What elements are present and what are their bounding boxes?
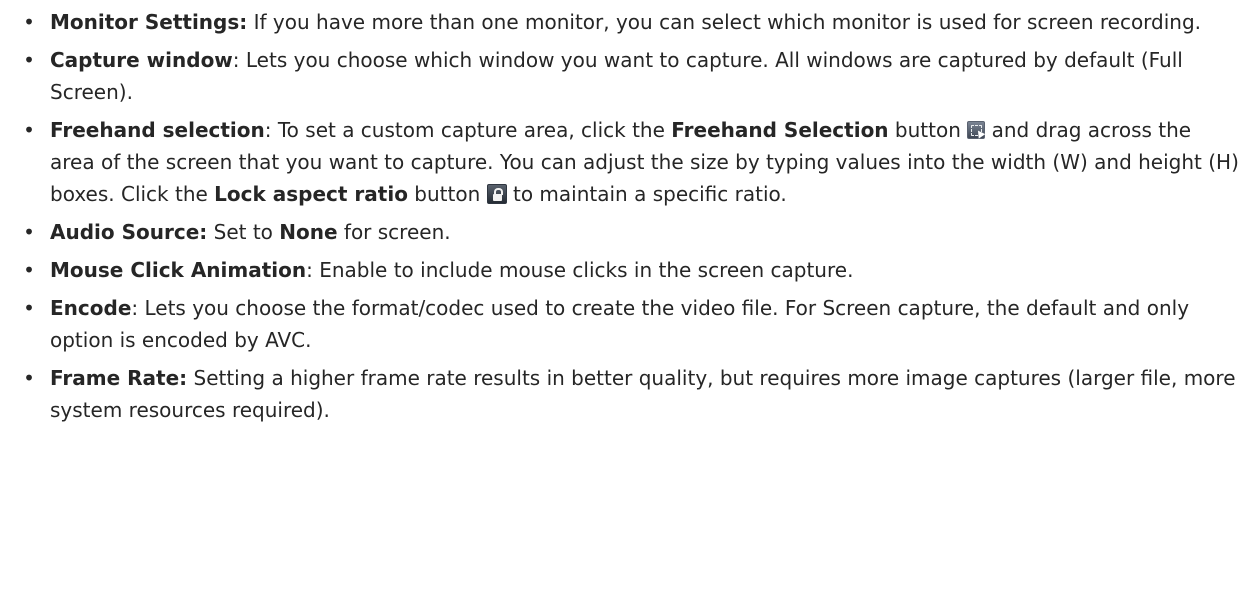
bullet-marker: •: [23, 118, 35, 142]
lock-aspect-ratio-button-name: Lock aspect ratio: [214, 182, 408, 206]
list-item-monitor-settings: • Monitor Settings: If you have more tha…: [22, 6, 1242, 38]
document-page: • Monitor Settings: If you have more tha…: [0, 0, 1260, 610]
bullet-marker: •: [23, 296, 35, 320]
bullet-marker: •: [23, 48, 35, 72]
description-monitor-settings: If you have more than one monitor, you c…: [247, 10, 1202, 34]
bullet-marker: •: [23, 10, 35, 34]
term-capture-window: Capture window: [50, 48, 233, 72]
audio-source-value: None: [279, 220, 338, 244]
lock-icon: [486, 184, 507, 204]
description-frame-rate: Setting a higher frame rate results in b…: [50, 366, 1236, 422]
description-encode: : Lets you choose the format/codec used …: [50, 296, 1190, 352]
freehand-selection-icon: [967, 121, 986, 139]
list-item-freehand-selection: • Freehand selection: To set a custom ca…: [22, 114, 1242, 210]
term-freehand-selection: Freehand selection: [50, 118, 265, 142]
description-freehand-part-2: button: [888, 118, 968, 142]
description-freehand-part-5: to maintain a specific ratio.: [506, 182, 787, 206]
list-item-frame-rate: • Frame Rate: Setting a higher frame rat…: [22, 362, 1242, 426]
bullet-marker: •: [23, 366, 35, 390]
description-freehand-part-4: button: [407, 182, 487, 206]
term-audio-source: Audio Source:: [50, 220, 208, 244]
list-item-encode: • Encode: Lets you choose the format/cod…: [22, 292, 1242, 356]
description-freehand-part-1: : To set a custom capture area, click th…: [264, 118, 672, 142]
term-monitor-settings: Monitor Settings:: [50, 10, 248, 34]
freehand-selection-button-name: Freehand Selection: [671, 118, 889, 142]
settings-bullet-list: • Monitor Settings: If you have more tha…: [22, 6, 1242, 426]
description-mouse-click-animation: : Enable to include mouse clicks in the …: [306, 258, 854, 282]
term-frame-rate: Frame Rate:: [50, 366, 188, 390]
list-item-audio-source: • Audio Source: Set to None for screen.: [22, 216, 1242, 248]
description-audio-part-1: Set to: [207, 220, 280, 244]
description-audio-part-2: for screen.: [337, 220, 451, 244]
bullet-marker: •: [23, 258, 35, 282]
bullet-marker: •: [23, 220, 35, 244]
list-item-mouse-click-animation: • Mouse Click Animation: Enable to inclu…: [22, 254, 1242, 286]
term-mouse-click-animation: Mouse Click Animation: [50, 258, 307, 282]
list-item-capture-window: • Capture window: Lets you choose which …: [22, 44, 1242, 108]
term-encode: Encode: [50, 296, 132, 320]
